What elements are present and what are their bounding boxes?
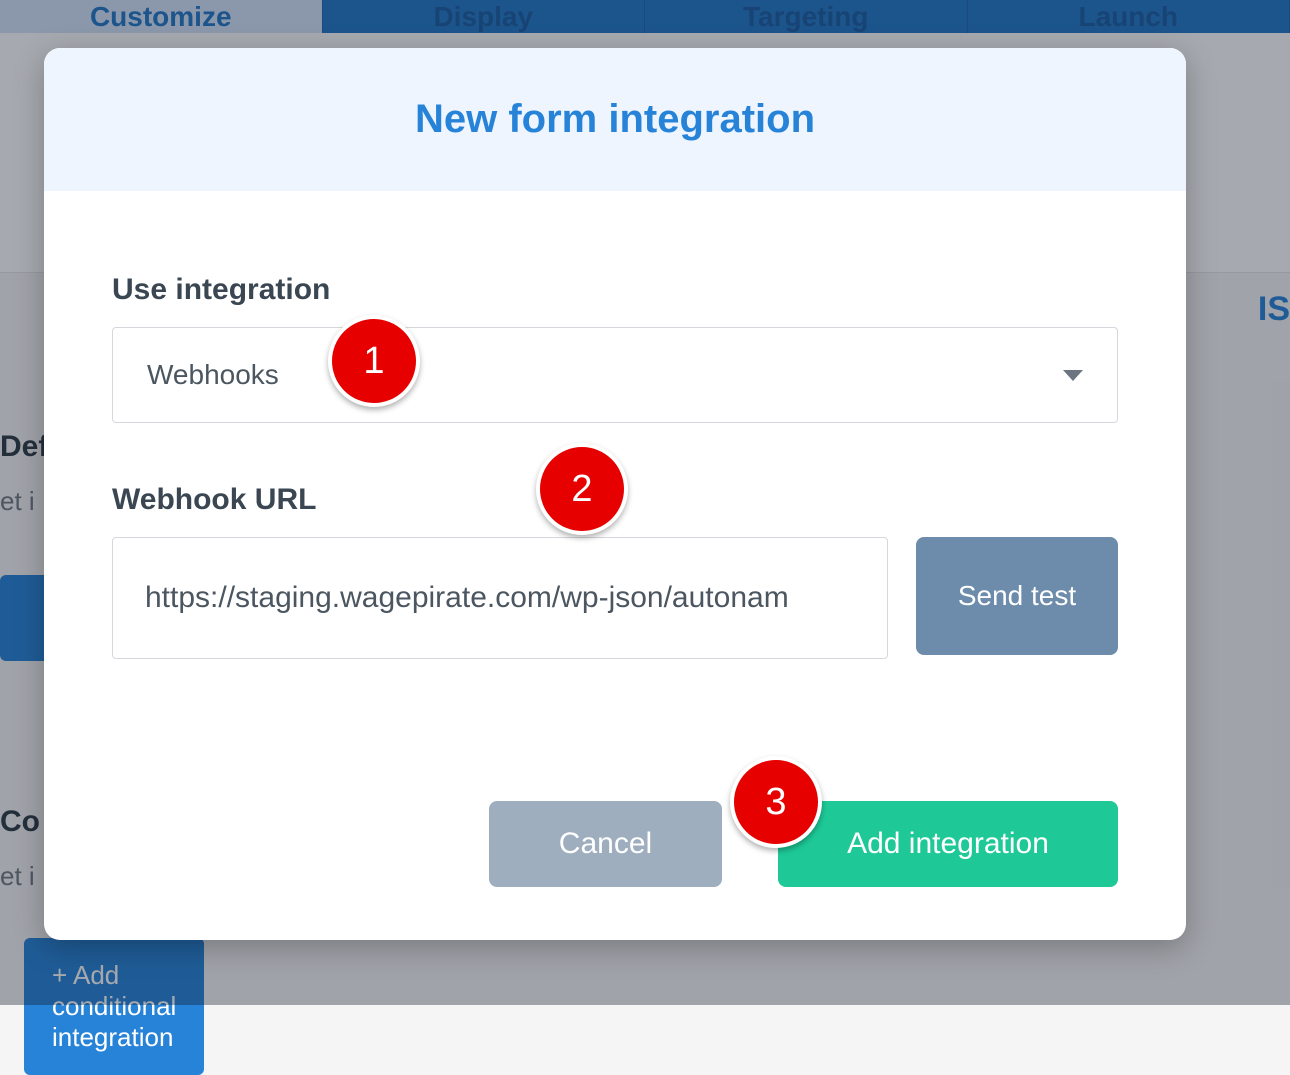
annotation-2: 2 (536, 443, 628, 535)
integration-select-value: Webhooks (147, 359, 279, 391)
chevron-down-icon (1063, 370, 1083, 381)
annotation-1: 1 (328, 315, 420, 407)
use-integration-field: Use integration Webhooks 1 (112, 273, 1118, 423)
modal-title: New form integration (415, 97, 815, 142)
send-test-button[interactable]: Send test (916, 537, 1118, 655)
new-integration-modal: New form integration Use integration Web… (44, 48, 1186, 940)
modal-header: New form integration (44, 48, 1186, 191)
webhook-url-field: Webhook URL Send test 2 (112, 483, 1118, 659)
add-integration-button[interactable]: Add integration (778, 801, 1118, 887)
integration-select[interactable]: Webhooks (112, 327, 1118, 423)
webhook-url-input[interactable] (112, 537, 888, 659)
use-integration-label: Use integration (112, 273, 1118, 307)
cancel-button[interactable]: Cancel (489, 801, 722, 887)
annotation-3: 3 (730, 756, 822, 848)
